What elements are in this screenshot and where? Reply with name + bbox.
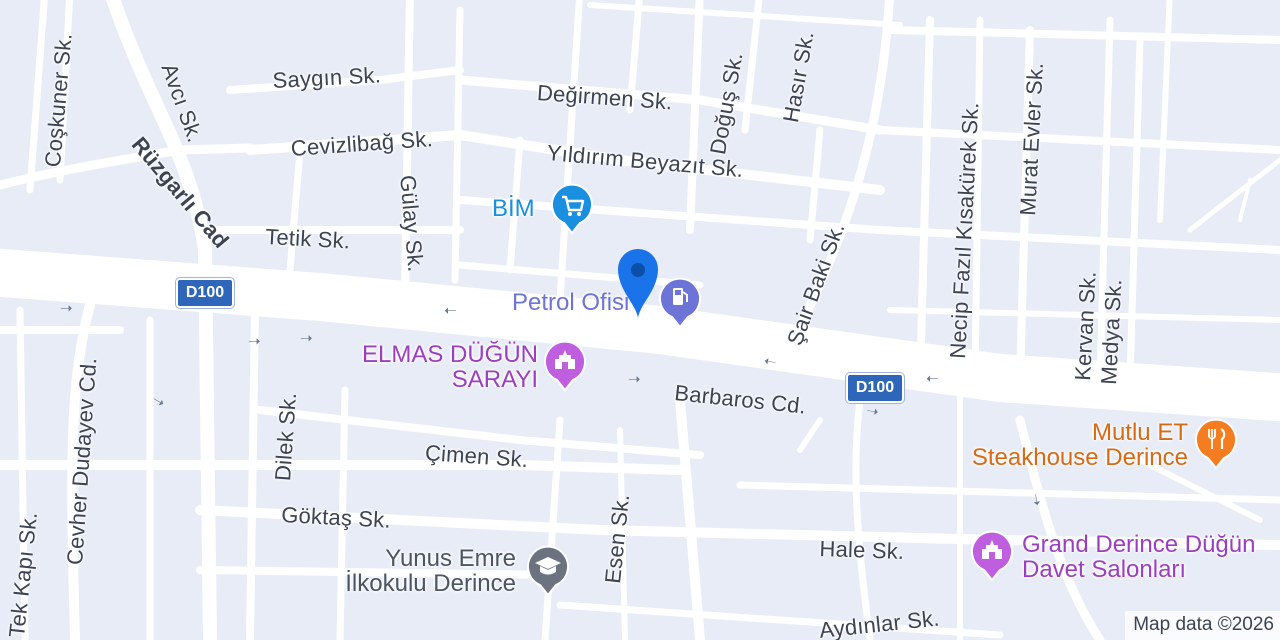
poi-marker-yunus-emre[interactable] xyxy=(526,545,570,597)
map-attribution: Map data ©2026 xyxy=(1125,611,1280,640)
location-pin-icon xyxy=(618,249,658,318)
poi-label-elmas-dugun[interactable]: ELMAS DÜĞÜN SARAYI xyxy=(346,342,538,392)
poi-name-petrol-ofisi: Petrol Ofisi xyxy=(512,289,630,316)
graduation-cap-icon xyxy=(527,545,569,597)
event-venue-icon xyxy=(971,530,1013,582)
one-way-arrow-icon: ➝ xyxy=(864,402,880,421)
one-way-arrow-icon: ➝ xyxy=(248,333,261,350)
poi-label-petrol-ofisi[interactable]: Petrol Ofisi xyxy=(512,290,629,315)
poi-label-mutlu-et[interactable]: Mutlu ET Steakhouse Derince xyxy=(936,420,1188,470)
fork-knife-icon xyxy=(1195,418,1237,470)
poi-marker-grand-derince[interactable] xyxy=(970,530,1014,582)
poi-marker-elmas-dugun[interactable] xyxy=(543,340,587,392)
highway-shield-d100: D100 xyxy=(846,373,904,403)
poi-marker-bim[interactable] xyxy=(550,183,594,235)
gas-station-icon xyxy=(659,277,701,329)
poi-name-elmas-line1: ELMAS DÜĞÜN xyxy=(361,341,538,368)
poi-marker-petrol-ofisi[interactable] xyxy=(658,277,702,329)
street-label-hale: Hale Sk. xyxy=(819,536,905,564)
map-canvas[interactable]: Coşkuner Sk. Avcı Sk. Saygın Sk. Değirme… xyxy=(0,0,1280,640)
poi-name-mutlu-line2: Steakhouse Derince xyxy=(971,444,1188,471)
ruzgarli-cad xyxy=(106,0,217,640)
one-way-arrow-icon: ➝ xyxy=(300,330,313,347)
event-venue-icon xyxy=(544,340,586,392)
poi-name-bim: BİM xyxy=(492,195,535,222)
one-way-arrow-icon: ➝ xyxy=(762,352,778,371)
location-marker[interactable] xyxy=(614,244,662,320)
one-way-arrow-icon: ➝ xyxy=(926,370,939,387)
one-way-arrow-icon: ➝ xyxy=(1026,491,1046,508)
street-label-medya: Medya Sk. xyxy=(1096,278,1127,386)
street-label-tetik: Tetik Sk. xyxy=(264,224,351,254)
poi-name-yunus-line1: Yunus Emre xyxy=(385,545,516,572)
highway-shield-d100: D100 xyxy=(176,278,234,308)
poi-name-grand-line1: Grand Derince Düğün xyxy=(1022,531,1256,558)
poi-name-yunus-line2: İlkokulu Derince xyxy=(345,570,516,597)
shopping-cart-icon xyxy=(551,183,593,235)
poi-label-grand-derince[interactable]: Grand Derince Düğün Davet Salonları xyxy=(1022,532,1255,582)
one-way-arrow-icon: ➝ xyxy=(60,300,73,317)
one-way-arrow-icon: ➝ xyxy=(444,302,457,319)
poi-name-grand-line2: Davet Salonları xyxy=(1022,556,1187,583)
one-way-arrow-icon: ➝ xyxy=(628,371,641,388)
poi-name-elmas-line2: SARAYI xyxy=(451,366,538,393)
poi-label-yunus-emre[interactable]: Yunus Emre İlkokulu Derince xyxy=(300,546,516,596)
poi-name-mutlu-line1: Mutlu ET xyxy=(1091,419,1188,446)
poi-label-bim[interactable]: BİM xyxy=(492,196,535,221)
poi-marker-mutlu-et[interactable] xyxy=(1194,418,1238,470)
